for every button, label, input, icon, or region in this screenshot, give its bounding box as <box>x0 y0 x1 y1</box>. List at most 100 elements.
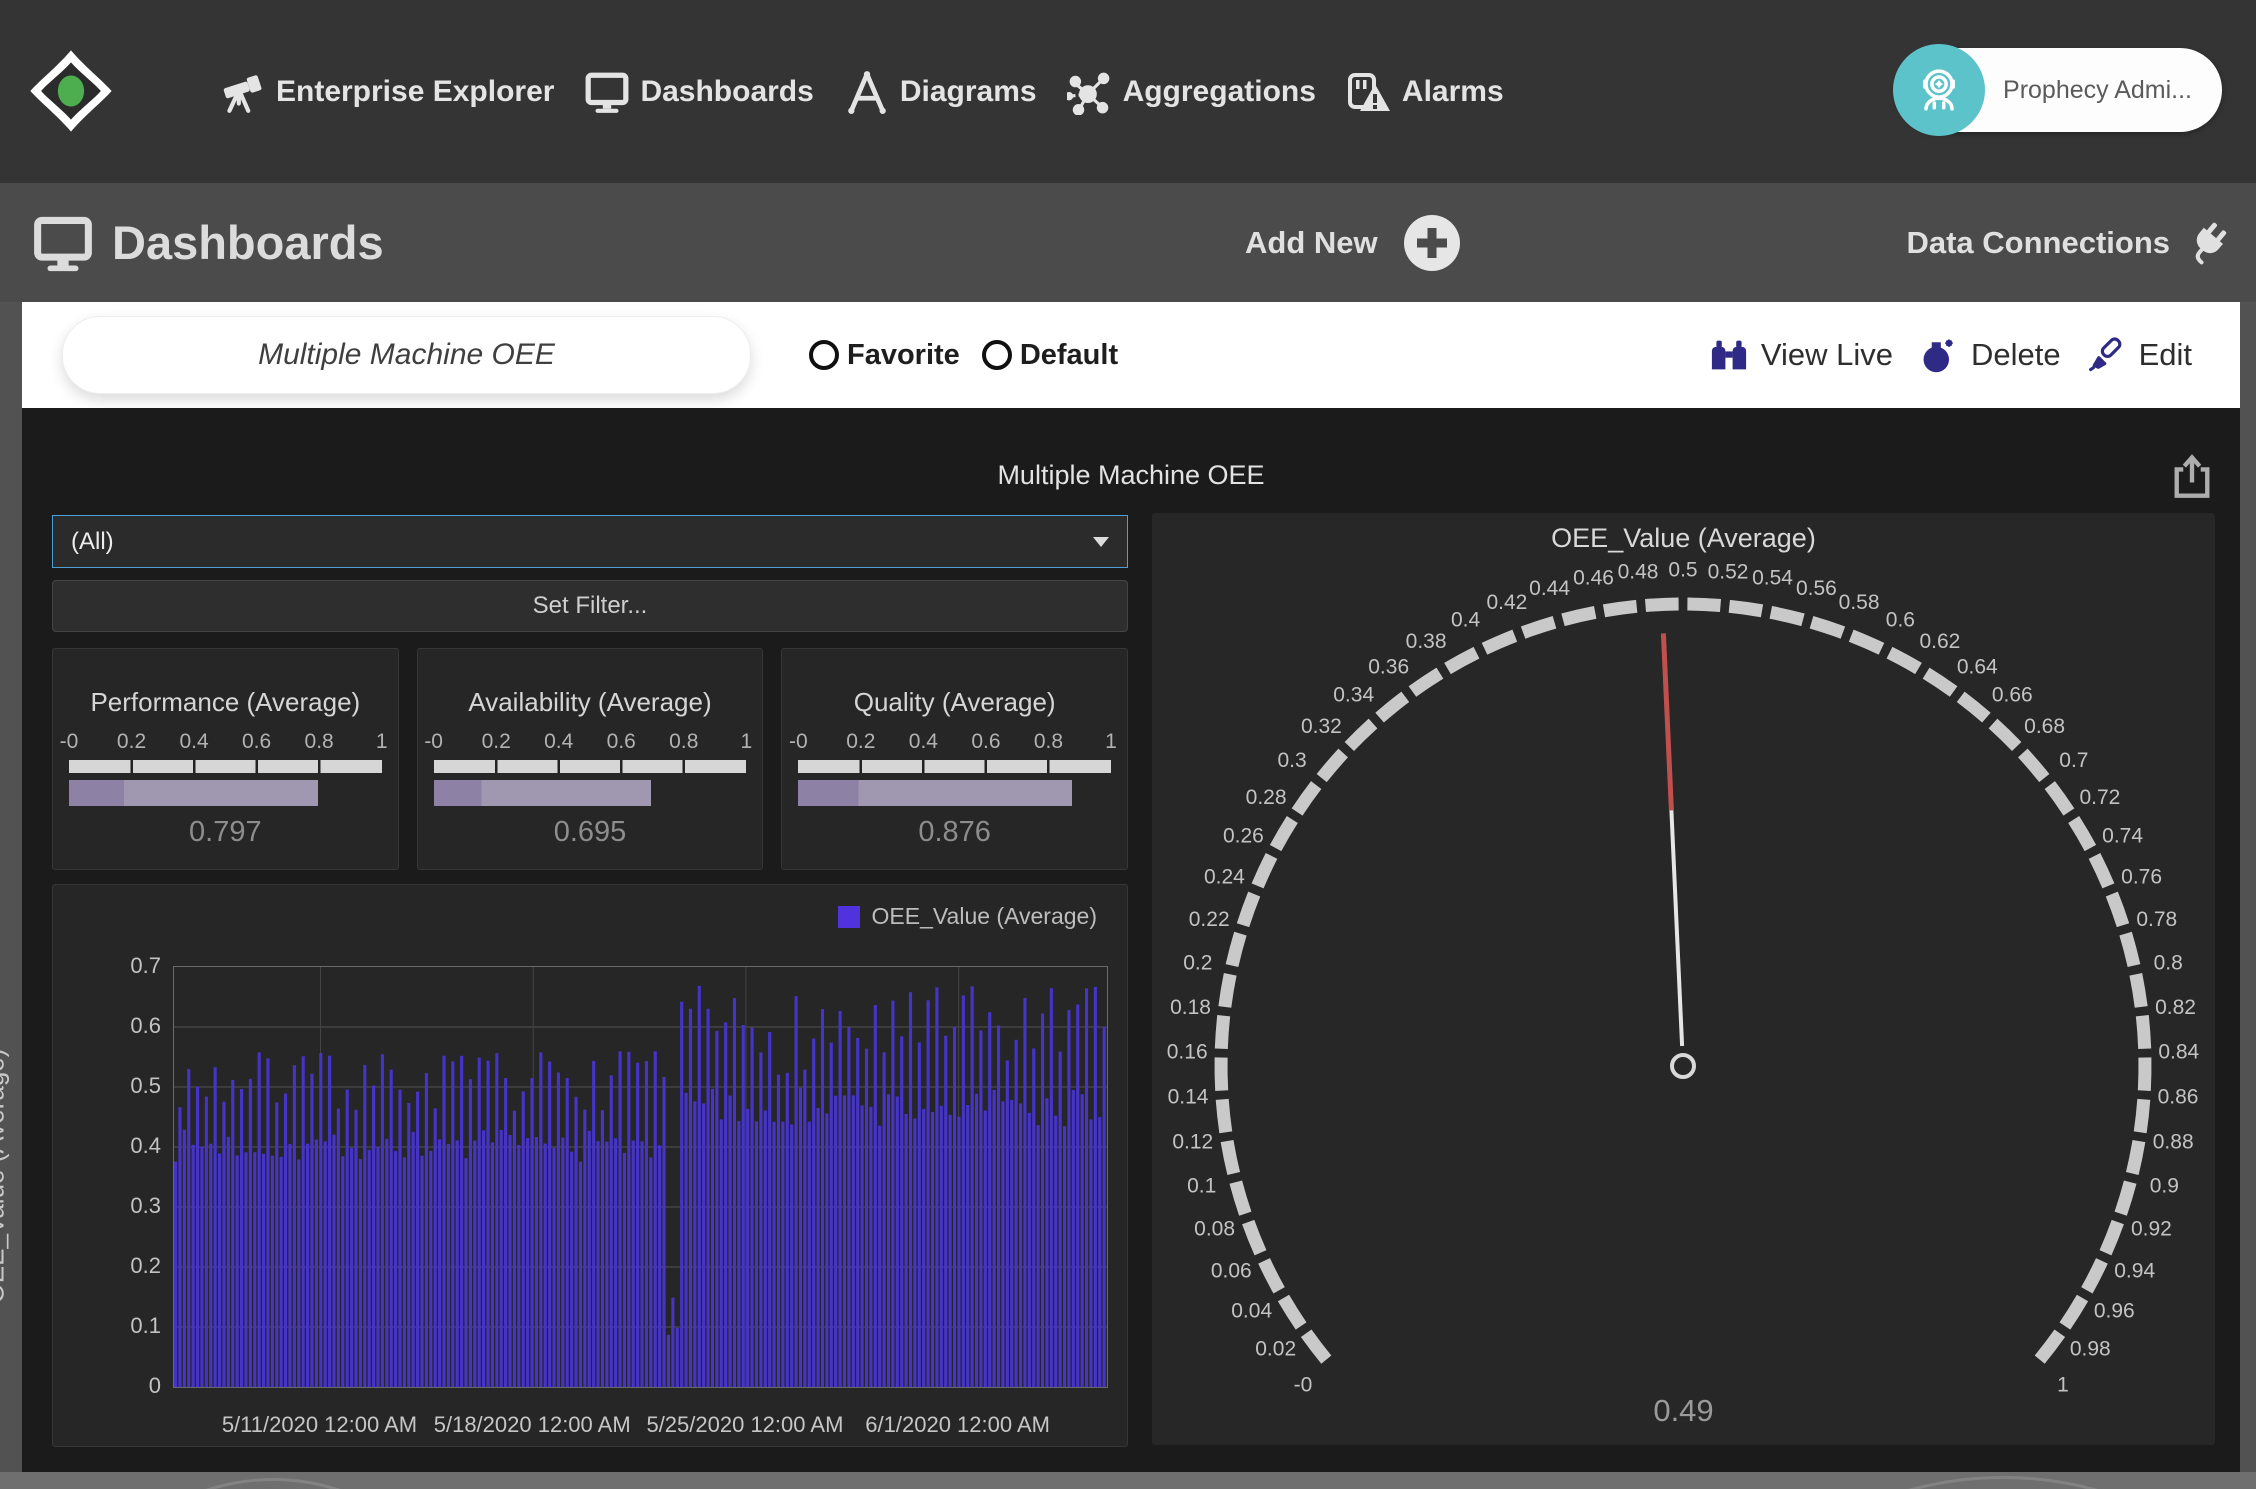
favorite-label: Favorite <box>847 339 960 372</box>
toolbar-actions: View Live Delete <box>1709 335 2192 375</box>
set-filter-button[interactable]: Set Filter... <box>52 580 1128 632</box>
machine-filter-select[interactable]: (All) <box>52 515 1128 568</box>
svg-text:0.66: 0.66 <box>1992 684 2033 707</box>
radio-circle-icon <box>982 340 1012 370</box>
telescope-icon <box>220 69 266 115</box>
svg-text:0.86: 0.86 <box>2158 1086 2199 1109</box>
svg-text:0.8: 0.8 <box>2154 951 2183 974</box>
selected-option: (All) <box>71 528 114 556</box>
nav-dashboards[interactable]: Dashboards <box>584 69 813 115</box>
edit-label: Edit <box>2139 337 2192 373</box>
kpi-tick-label: 0.4 <box>544 730 573 754</box>
svg-text:0.3: 0.3 <box>1277 749 1306 772</box>
decorative-curve <box>1650 1476 2256 1489</box>
svg-text:0.14: 0.14 <box>1168 1086 1209 1109</box>
kpi-tick-label: -0 <box>60 730 79 754</box>
y-tick-label: 0.3 <box>83 1193 161 1219</box>
page-title-group: Dashboards <box>32 183 384 302</box>
gauge-value: 0.49 <box>1152 1393 2215 1429</box>
kpi-scale-labels: -00.20.40.60.81 <box>434 730 747 756</box>
svg-text:0.6: 0.6 <box>1886 609 1915 632</box>
user-menu[interactable]: Prophecy Admi... <box>1897 48 2222 132</box>
svg-text:0.06: 0.06 <box>1211 1259 1252 1282</box>
page-title: Dashboards <box>112 215 384 270</box>
app-logo-icon[interactable] <box>28 48 114 134</box>
nav-label: Alarms <box>1402 75 1504 109</box>
kpi-tick-label: 0.6 <box>607 730 636 754</box>
svg-text:0.44: 0.44 <box>1529 577 1570 600</box>
svg-text:0.38: 0.38 <box>1406 630 1447 653</box>
svg-text:0.52: 0.52 <box>1708 561 1749 584</box>
nav-aggregations[interactable]: Aggregations <box>1067 69 1316 115</box>
edit-button[interactable]: Edit <box>2087 335 2192 375</box>
bar-series <box>174 967 1107 1387</box>
kpi-tick-label: 0.2 <box>846 730 875 754</box>
binoculars-icon <box>1709 337 1749 373</box>
nav-label: Diagrams <box>900 75 1037 109</box>
dashboard-title: Multiple Machine OEE <box>22 460 2240 491</box>
diagram-a-icon <box>844 69 890 115</box>
svg-text:0.1: 0.1 <box>1187 1175 1216 1198</box>
nav-alarms[interactable]: Alarms <box>1346 69 1504 115</box>
kpi-tick-label: 0.4 <box>179 730 208 754</box>
nav-enterprise-explorer[interactable]: Enterprise Explorer <box>220 69 554 115</box>
favorite-radio[interactable]: Favorite <box>809 339 960 372</box>
chart-legend: OEE_Value (Average) <box>838 903 1097 930</box>
kpi-scale-labels: -00.20.40.60.81 <box>798 730 1111 756</box>
decorative-curve <box>60 1478 486 1489</box>
monitor-icon <box>584 69 630 115</box>
kpi-tick-label: 0.4 <box>909 730 938 754</box>
plot-area <box>173 966 1108 1388</box>
network-nodes-icon <box>1067 69 1113 115</box>
y-tick-label: 0.1 <box>83 1313 161 1339</box>
svg-text:0.62: 0.62 <box>1919 630 1960 653</box>
svg-text:0.68: 0.68 <box>2024 715 2065 738</box>
svg-text:0.02: 0.02 <box>1255 1338 1296 1361</box>
dashboard-name-input[interactable] <box>62 316 751 394</box>
svg-text:0.78: 0.78 <box>2136 908 2177 931</box>
chevron-down-icon <box>1093 537 1109 547</box>
x-tick-label: 5/18/2020 12:00 AM <box>434 1412 631 1438</box>
kpi-value-bar <box>69 780 318 806</box>
kpi-tick-label: 0.6 <box>971 730 1000 754</box>
svg-text:0.04: 0.04 <box>1231 1300 1272 1323</box>
kpi-tick-label: 0.8 <box>669 730 698 754</box>
svg-text:0.96: 0.96 <box>2094 1300 2135 1323</box>
eye-diamond-logo <box>28 48 114 134</box>
app-root: Enterprise Explorer Dashboards <box>0 0 2256 1489</box>
oee-radial-gauge-panel: OEE_Value (Average) -00.020.040.060.080.… <box>1152 513 2215 1445</box>
svg-text:0.88: 0.88 <box>2153 1130 2194 1153</box>
data-connections-button[interactable]: Data Connections <box>1906 183 2230 302</box>
kpi-tick-label: 0.2 <box>117 730 146 754</box>
add-new-button[interactable]: Add New <box>1245 183 1460 302</box>
share-export-icon[interactable] <box>2170 452 2214 500</box>
bomb-icon <box>1919 335 1959 375</box>
plus-icon <box>1404 215 1460 271</box>
dashboard-left-column: (All) Set Filter... Performance (Average… <box>52 515 1128 1447</box>
svg-text:0.18: 0.18 <box>1170 996 1211 1019</box>
delete-button[interactable]: Delete <box>1919 335 2061 375</box>
svg-text:0.42: 0.42 <box>1486 591 1527 614</box>
svg-text:0.82: 0.82 <box>2155 996 2196 1019</box>
svg-text:0.92: 0.92 <box>2131 1218 2172 1241</box>
radial-gauge: -00.020.040.060.080.10.120.140.160.180.2… <box>1152 513 2215 1445</box>
svg-text:0.46: 0.46 <box>1573 567 1614 590</box>
svg-text:0.48: 0.48 <box>1618 561 1659 584</box>
kpi-value: 0.695 <box>434 816 747 849</box>
svg-text:0.34: 0.34 <box>1333 684 1374 707</box>
view-live-label: View Live <box>1761 337 1893 373</box>
svg-text:0.5: 0.5 <box>1668 559 1697 582</box>
astronaut-avatar-icon <box>1893 44 1985 136</box>
kpi-value: 0.797 <box>69 816 382 849</box>
kpi-title: Quality (Average) <box>798 687 1111 718</box>
view-live-button[interactable]: View Live <box>1709 337 1893 373</box>
kpi-tick-label: 0.8 <box>1034 730 1063 754</box>
page-bottom-band <box>0 1472 2256 1489</box>
default-radio[interactable]: Default <box>982 339 1118 372</box>
y-tick-label: 0.2 <box>83 1253 161 1279</box>
svg-text:0.54: 0.54 <box>1752 567 1793 590</box>
kpi-scale-bar <box>798 760 1111 773</box>
x-tick-label: 5/11/2020 12:00 AM <box>222 1412 417 1438</box>
kpi-tick-label: 1 <box>1105 730 1117 754</box>
nav-diagrams[interactable]: Diagrams <box>844 69 1037 115</box>
